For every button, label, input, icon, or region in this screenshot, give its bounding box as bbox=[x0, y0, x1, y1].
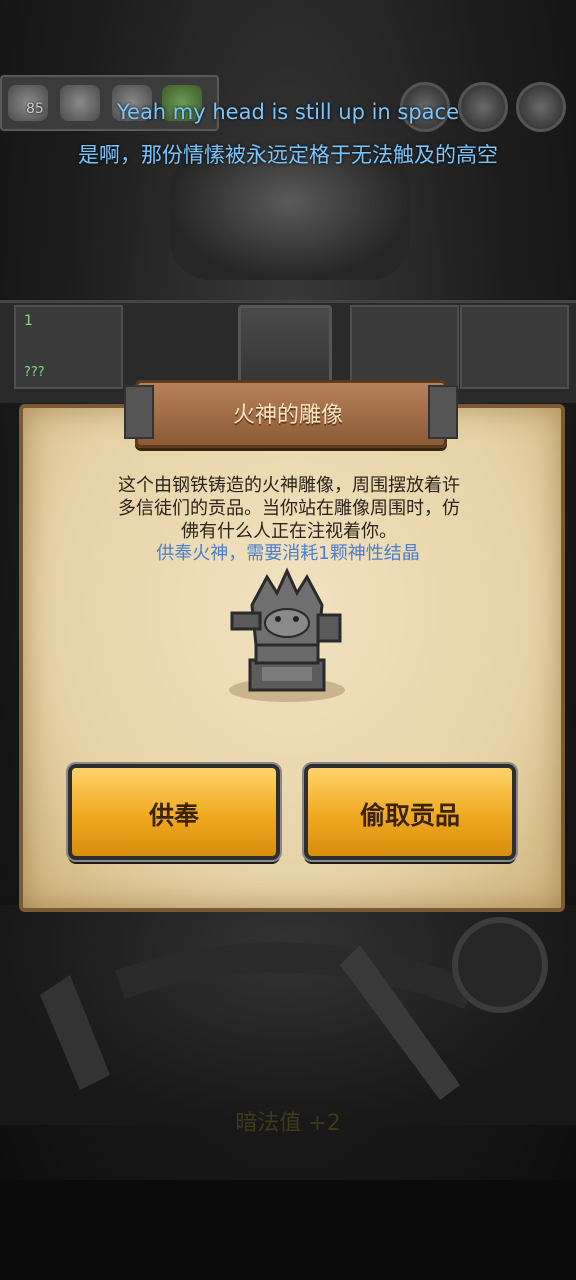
tile-unknown: ??? bbox=[24, 365, 45, 380]
faded-hint-text: 暗法值 +2 bbox=[235, 1111, 341, 1136]
subtitle-english: Yeah my head is still up in space bbox=[116, 100, 460, 124]
dialog-title-banner: 火神的雕像 bbox=[124, 380, 458, 448]
worship-button[interactable]: 供奉 bbox=[68, 764, 280, 860]
description-line: 这个由钢铁铸造的火神雕像，周围摆放着许 bbox=[118, 475, 460, 496]
subtitle-chinese: 是啊，那份情愫被永远定格于无法触及的高空 bbox=[78, 143, 498, 167]
steal-offerings-button[interactable]: 偷取贡品 bbox=[304, 764, 516, 860]
fire-god-statue-icon bbox=[229, 567, 345, 702]
forge-anvil bbox=[170, 150, 410, 280]
dialog-description: 这个由钢铁铸造的火神雕像，周围摆放着许 多信徒们的贡品。当你站在雕像周围时，仿 … bbox=[74, 474, 504, 543]
description-line: 多信徒们的贡品。当你站在雕像周围时，仿 bbox=[118, 498, 460, 519]
tile-level: 1 bbox=[24, 313, 33, 329]
cost-text: 供奉火神，需要消耗1颗神性结晶 bbox=[156, 543, 420, 564]
statue-tile[interactable] bbox=[460, 305, 569, 389]
rubble-tile[interactable] bbox=[350, 305, 459, 389]
worship-button-label: 供奉 bbox=[148, 801, 199, 830]
weapons-art bbox=[40, 917, 548, 1100]
steal-offerings-button-label: 偷取贡品 bbox=[359, 801, 460, 830]
monster-tile[interactable]: 1 ??? bbox=[14, 305, 123, 389]
weapon-pile bbox=[0, 905, 576, 1125]
dialog-title: 火神的雕像 bbox=[232, 403, 343, 428]
